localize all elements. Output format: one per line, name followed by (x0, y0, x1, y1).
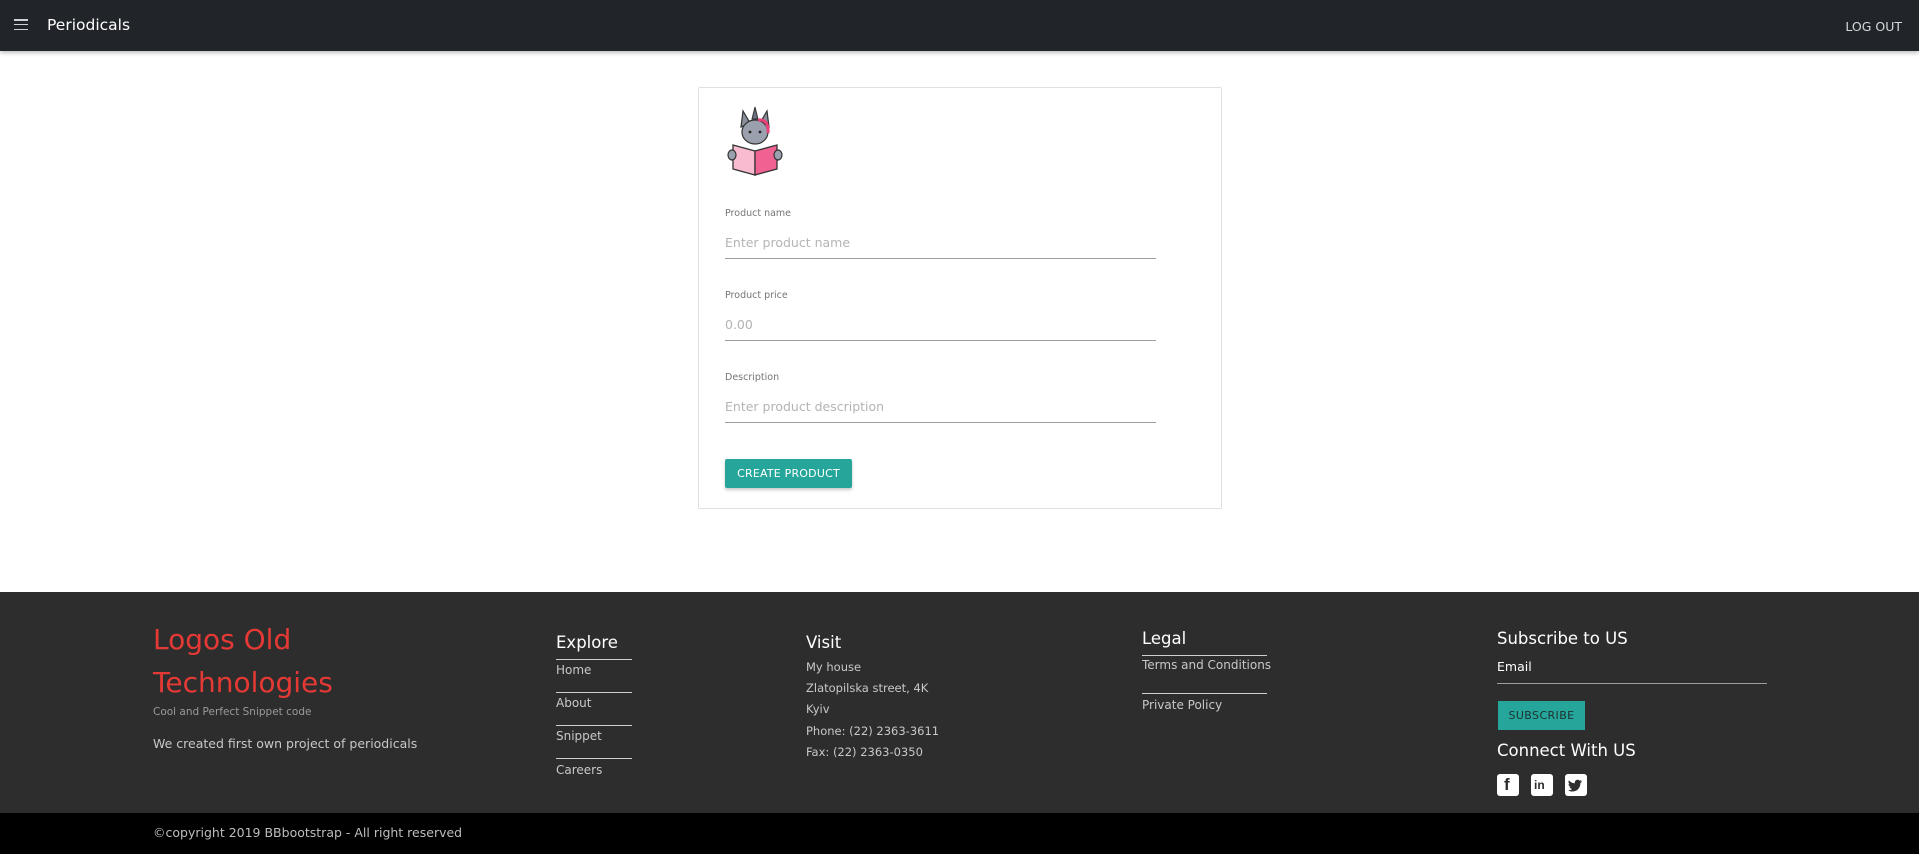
legal-divider (1142, 693, 1267, 694)
explore-divider (556, 659, 632, 660)
unicorn-reading-book-icon (727, 106, 783, 176)
footer-link-privacy[interactable]: Private Policy (1142, 698, 1222, 712)
facebook-icon[interactable]: f (1497, 774, 1519, 796)
footer-logo-title-line1: Logos Old (153, 623, 292, 656)
explore-heading: Explore (556, 633, 618, 652)
visit-line: Fax: (22) 2363-0350 (806, 745, 923, 759)
footer-logo-description: We created first own project of periodic… (153, 736, 418, 751)
copyright-text: ©copyright 2019 BBbootstrap - All right … (153, 825, 463, 840)
visit-line: Phone: (22) 2363-3611 (806, 724, 940, 738)
description-input[interactable] (725, 397, 1156, 423)
twitter-icon[interactable] (1565, 774, 1587, 796)
email-input-underline[interactable] (1497, 683, 1767, 684)
email-label[interactable]: Email (1497, 659, 1532, 674)
visit-line: Zlatopilska street, 4K (806, 681, 929, 695)
product-price-label: Product price (725, 290, 788, 301)
linkedin-icon[interactable]: in (1531, 774, 1553, 796)
subscribe-button[interactable]: SUBSCRIBE (1498, 701, 1585, 730)
visit-heading: Visit (806, 633, 842, 652)
footer-link-about[interactable]: About (556, 696, 591, 710)
footer-link-terms[interactable]: Terms and Conditions (1142, 658, 1271, 672)
top-navbar: Periodicals LOG OUT (0, 0, 1919, 51)
footer-link-snippet[interactable]: Snippet (556, 729, 602, 743)
footer-link-home[interactable]: Home (556, 663, 591, 677)
product-price-field: Product price (725, 290, 1156, 341)
brand-title[interactable]: Periodicals (47, 16, 130, 34)
hamburger-menu-icon[interactable] (14, 19, 28, 31)
description-field: Description (725, 372, 1156, 423)
footer-link-careers[interactable]: Careers (556, 763, 602, 777)
explore-divider (556, 758, 632, 759)
visit-line: Kyiv (806, 702, 830, 716)
product-name-field: Product name (725, 208, 1156, 259)
footer-logo-subtitle: Cool and Perfect Snippet code (153, 706, 312, 718)
copyright-bar: ©copyright 2019 BBbootstrap - All right … (0, 813, 1919, 854)
description-label: Description (725, 372, 780, 383)
product-name-label: Product name (725, 208, 792, 219)
create-product-card: Product name Product price Description C… (698, 87, 1222, 509)
product-price-input[interactable] (725, 315, 1156, 341)
visit-line: My house (806, 660, 862, 674)
footer-logo-title-line2: Technologies (153, 666, 333, 699)
connect-heading: Connect With US (1497, 741, 1636, 760)
create-product-button[interactable]: CREATE PRODUCT (725, 459, 852, 488)
explore-divider (556, 725, 632, 726)
logout-link[interactable]: LOG OUT (1845, 19, 1902, 34)
subscribe-heading: Subscribe to US (1497, 629, 1628, 648)
legal-heading: Legal (1142, 629, 1187, 648)
explore-divider (556, 692, 632, 693)
legal-divider (1142, 655, 1267, 656)
product-name-input[interactable] (725, 233, 1156, 259)
